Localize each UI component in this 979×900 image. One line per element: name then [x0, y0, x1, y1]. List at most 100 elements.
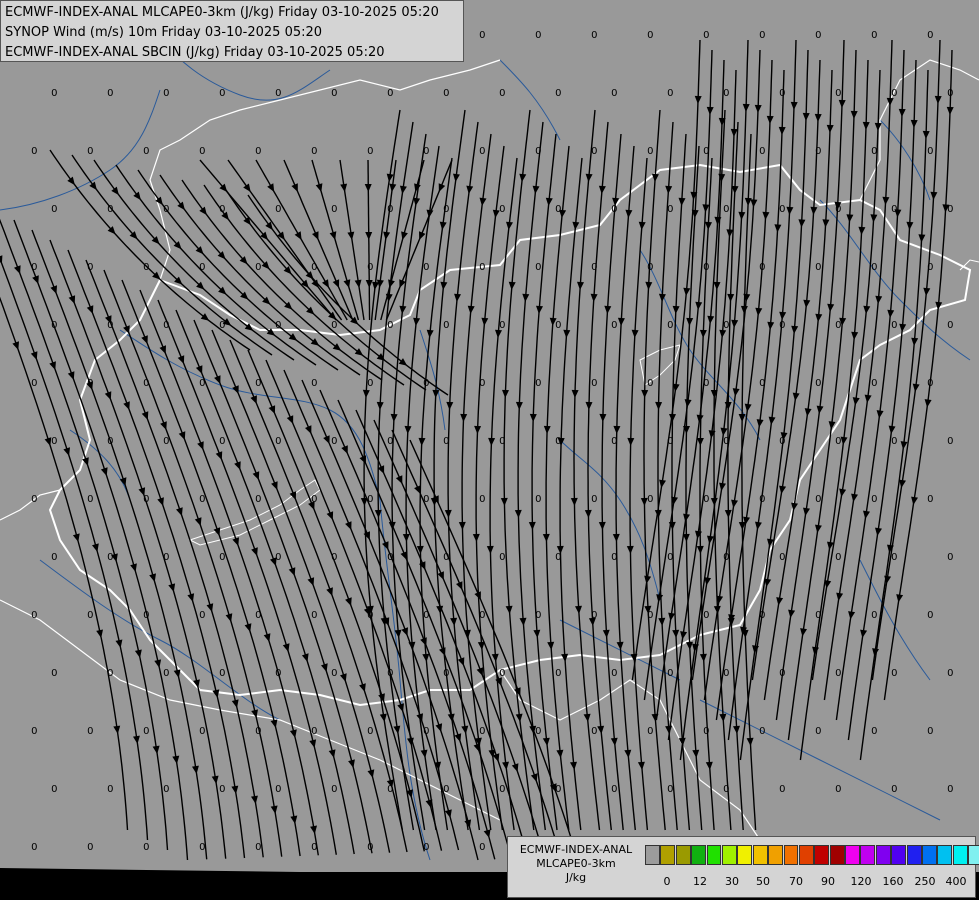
legend-tick-label: 12: [693, 875, 707, 888]
cin-value-label: 0: [87, 378, 93, 389]
cin-value-label: 0: [779, 668, 785, 679]
legend-ticks: 0 12 30 50 70 90 120 160 250 400: [645, 875, 975, 889]
cin-value-label: 0: [779, 204, 785, 215]
cin-value-label: 0: [255, 842, 261, 853]
cin-value-label: 0: [51, 88, 57, 99]
legend-swatch: [783, 845, 799, 865]
cin-value-label: 0: [891, 204, 897, 215]
cin-value-label: 0: [499, 88, 505, 99]
cin-value-label: 0: [815, 262, 821, 273]
cin-value-label: 0: [723, 320, 729, 331]
legend-swatch: [737, 845, 753, 865]
cin-value-label: 0: [947, 668, 953, 679]
cin-value-label: 0: [87, 726, 93, 737]
cin-value-label: 0: [479, 378, 485, 389]
legend-tick-label: 0: [663, 875, 671, 888]
cin-value-label: 0: [367, 842, 373, 853]
cin-value-label: 0: [87, 842, 93, 853]
cin-value-label: 0: [759, 494, 765, 505]
cin-value-label: 0: [31, 610, 37, 621]
cin-value-label: 0: [815, 378, 821, 389]
cin-value-label: 0: [311, 494, 317, 505]
legend-tick-label: 90: [821, 875, 835, 888]
cin-value-label: 0: [667, 668, 673, 679]
cin-value-label: 0: [31, 494, 37, 505]
cin-value-label: 0: [423, 146, 429, 157]
legend-swatch: [906, 845, 922, 865]
cin-value-label: 0: [703, 610, 709, 621]
cin-value-label: 0: [443, 204, 449, 215]
cin-value-label: 0: [835, 668, 841, 679]
cin-value-label: 0: [591, 726, 597, 737]
cin-value-label: 0: [591, 146, 597, 157]
cin-value-label: 0: [423, 262, 429, 273]
legend-swatch: [875, 845, 891, 865]
cin-value-label: 0: [443, 784, 449, 795]
legend-swatch: [952, 845, 968, 865]
cin-value-label: 0: [667, 784, 673, 795]
cin-value-label: 0: [779, 436, 785, 447]
cin-value-label: 0: [163, 204, 169, 215]
cin-value-label: 0: [255, 146, 261, 157]
cin-value-label: 0: [871, 30, 877, 41]
cin-value-label: 0: [667, 204, 673, 215]
cin-value-label: 0: [647, 262, 653, 273]
cin-value-label: 0: [647, 494, 653, 505]
cin-value-label: 0: [387, 668, 393, 679]
cin-value-label: 0: [871, 146, 877, 157]
cin-value-label: 0: [815, 146, 821, 157]
cin-value-label: 0: [143, 494, 149, 505]
cin-value-label: 0: [331, 204, 337, 215]
cin-value-label: 0: [703, 378, 709, 389]
legend-tick-label: 160: [882, 875, 904, 888]
cin-value-label: 0: [443, 88, 449, 99]
cin-value-label: 0: [947, 784, 953, 795]
cin-value-label: 0: [759, 262, 765, 273]
cin-value-label: 0: [367, 146, 373, 157]
header-line-synop: SYNOP Wind (m/s) 10m Friday 03-10-2025 0…: [5, 25, 323, 40]
cin-value-label: 0: [891, 552, 897, 563]
cin-value-label: 0: [107, 88, 113, 99]
cin-value-label: 0: [723, 204, 729, 215]
cin-value-label: 0: [479, 494, 485, 505]
cin-value-label: 0: [367, 262, 373, 273]
cin-value-label: 0: [311, 378, 317, 389]
cin-value-label: 0: [143, 726, 149, 737]
cin-value-label: 0: [667, 320, 673, 331]
cin-value-label: 0: [703, 262, 709, 273]
cin-value-label: 0: [535, 610, 541, 621]
cin-value-label: 0: [31, 378, 37, 389]
cin-value-label: 0: [647, 378, 653, 389]
cin-value-label: 0: [51, 204, 57, 215]
legend-swatch: [937, 845, 953, 865]
cin-value-label: 0: [927, 726, 933, 737]
cin-value-label: 0: [703, 30, 709, 41]
cin-value-label: 0: [723, 784, 729, 795]
cin-value-label: 0: [163, 436, 169, 447]
legend-swatch: [675, 845, 691, 865]
cin-value-label: 0: [107, 552, 113, 563]
cin-value-label: 0: [647, 726, 653, 737]
cin-value-label: 0: [779, 552, 785, 563]
cin-value-label: 0: [479, 842, 485, 853]
cin-value-label: 0: [51, 784, 57, 795]
legend-swatch: [768, 845, 784, 865]
cin-value-label: 0: [759, 378, 765, 389]
legend-title-param: MLCAPE0-3km: [536, 857, 616, 870]
cin-value-label: 0: [311, 842, 317, 853]
cin-value-label: 0: [219, 552, 225, 563]
cin-value-label: 0: [555, 784, 561, 795]
cin-value-label: 0: [835, 784, 841, 795]
cin-value-label: 0: [87, 610, 93, 621]
cin-value-label: 0: [835, 88, 841, 99]
cin-value-label: 0: [219, 204, 225, 215]
cin-value-label: 0: [871, 378, 877, 389]
legend-swatch: [891, 845, 907, 865]
cin-value-label: 0: [535, 30, 541, 41]
cin-value-label: 0: [479, 726, 485, 737]
cin-value-label: 0: [535, 146, 541, 157]
cin-value-label: 0: [387, 552, 393, 563]
cin-value-label: 0: [871, 262, 877, 273]
cin-value-label: 0: [479, 30, 485, 41]
cin-value-label: 0: [723, 668, 729, 679]
